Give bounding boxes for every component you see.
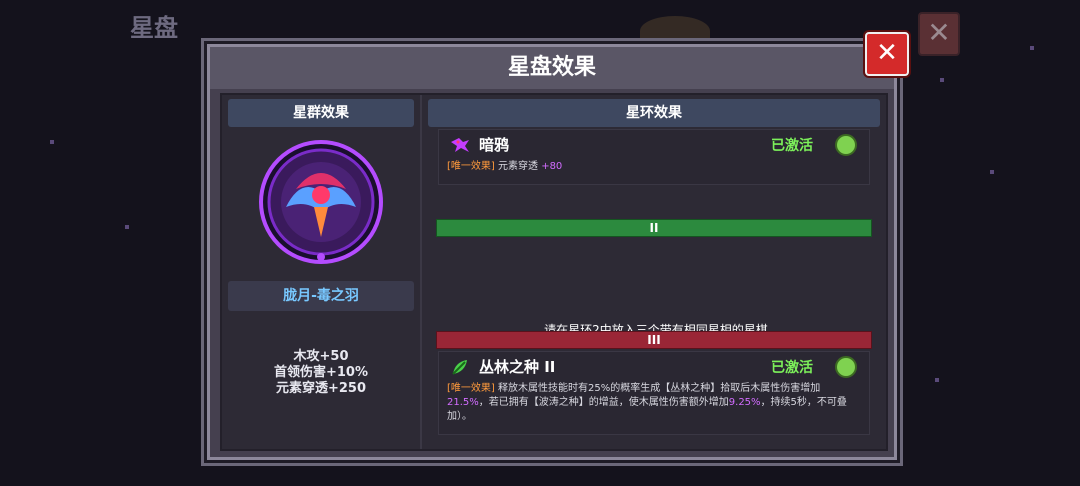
- crow-icon: [451, 138, 469, 152]
- background-close-button: ✕: [918, 12, 960, 56]
- ring1-card-head: 暗鸦 已激活: [439, 130, 869, 158]
- active-indicator-icon: [835, 134, 857, 156]
- ring3-divider: III: [436, 331, 872, 349]
- background-title: 星盘: [130, 14, 178, 42]
- jungle-seed-icon: [452, 360, 467, 375]
- bg-star: [940, 78, 944, 82]
- dialog-content: 星群效果 胧月-毒之羽 木攻+50 首领伤害+10% 元素穿透+250 星环效果: [220, 93, 888, 451]
- unique-effect-tag: [唯一效果]: [447, 383, 495, 394]
- ring1-name: 暗鸦: [479, 136, 510, 154]
- stat-line: 首领伤害+10%: [273, 365, 368, 380]
- dialog-title: 星盘效果: [210, 47, 894, 89]
- ring-effects-panel: 星环效果 暗鸦 已激活 [唯一效果] 元素穿透 +80 II 请在星环2中放入三…: [428, 95, 884, 449]
- star-chart-effects-dialog: 星盘效果 ✕ 星群效果 胧月-毒之羽 木攻+50 首领伤害+10% 元素穿透+2…: [207, 32, 909, 460]
- effect-text: 元素穿透: [498, 161, 538, 172]
- effect-value: +80: [541, 161, 563, 172]
- bg-star: [990, 170, 994, 174]
- ring1-status: 已激活: [771, 138, 813, 154]
- ring3-status: 已激活: [771, 360, 813, 376]
- constellation-effects-panel: 星群效果 胧月-毒之羽 木攻+50 首领伤害+10% 元素穿透+250: [222, 95, 422, 449]
- constellation-stats: 木攻+50 首领伤害+10% 元素穿透+250: [222, 349, 420, 397]
- bg-star: [125, 225, 129, 229]
- bg-star: [935, 378, 939, 382]
- constellation-effects-header: 星群效果: [228, 99, 414, 127]
- ring3-effect-card: 丛林之种 II 已激活 [唯一效果] 释放木属性技能时有25%的概率生成【丛林之…: [438, 351, 870, 435]
- ring3-name: 丛林之种 II: [479, 358, 556, 376]
- ring1-description: [唯一效果] 元素穿透 +80: [447, 160, 859, 174]
- ring2-divider: II: [436, 219, 872, 237]
- effect-text: ，若已拥有【波涛之种】的增益，使木属性伤害额外增加: [478, 397, 729, 408]
- close-button[interactable]: ✕: [865, 32, 909, 76]
- background-orb: [640, 16, 710, 46]
- constellation-name: 胧月-毒之羽: [228, 281, 414, 311]
- ring-effects-header: 星环效果: [428, 99, 880, 127]
- stat-line: 元素穿透+250: [275, 381, 367, 396]
- bg-star: [1030, 46, 1034, 50]
- effect-text: 释放木属性技能时有25%的概率生成【丛林之种】拾取后木属性伤害增加: [498, 383, 821, 394]
- crow-constellation-emblem-icon: [259, 140, 383, 264]
- effect-value: 21.5%: [447, 397, 479, 408]
- effect-value: 9.25%: [728, 397, 761, 408]
- stat-line: 木攻+50: [293, 349, 349, 364]
- unique-effect-tag: [唯一效果]: [447, 161, 495, 172]
- active-indicator-icon: [835, 356, 857, 378]
- ring3-description: [唯一效果] 释放木属性技能时有25%的概率生成【丛林之种】拾取后木属性伤害增加…: [447, 382, 859, 424]
- ring3-card-head: 丛林之种 II 已激活: [439, 352, 869, 380]
- bg-star: [50, 140, 54, 144]
- ring1-effect-card: 暗鸦 已激活 [唯一效果] 元素穿透 +80: [438, 129, 870, 185]
